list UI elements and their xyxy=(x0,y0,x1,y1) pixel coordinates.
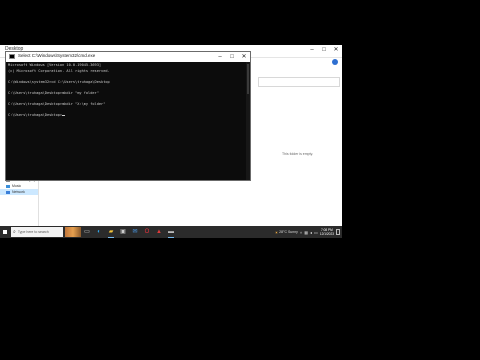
taskview-taskbar-button[interactable]: ▭ xyxy=(81,226,93,238)
weather-widget[interactable]: ☀ 28°C Sunny xyxy=(275,230,298,235)
sidebar-item[interactable]: Network xyxy=(0,189,38,195)
cmd-window-controls: – □ ✕ xyxy=(216,53,248,61)
pane-divider[interactable] xyxy=(38,178,39,228)
opera-taskbar-button[interactable]: O xyxy=(141,226,153,238)
mail-icon: ✉ xyxy=(132,229,138,235)
maximize-icon[interactable]: □ xyxy=(228,53,236,61)
search-placeholder: Type here to search xyxy=(17,230,49,234)
cmd-window-icon xyxy=(9,54,15,59)
windows-logo-icon xyxy=(2,229,8,235)
scroll-thumb[interactable] xyxy=(247,64,249,94)
sidebar-item-label: Network xyxy=(12,190,25,194)
sun-icon: ☀ xyxy=(274,229,279,235)
opera-icon: O xyxy=(144,229,150,235)
network-icon xyxy=(6,190,10,194)
notifications-icon[interactable] xyxy=(336,229,340,235)
explorer-search-input[interactable] xyxy=(258,77,340,87)
pinned-apps: ▭ ◐ ▰ ▣ ✉ O ▲ ▬ xyxy=(81,226,177,238)
command-prompt-window[interactable]: Select C:\Windows\System32\cmd.exe – □ ✕… xyxy=(5,51,251,181)
close-icon[interactable]: ✕ xyxy=(332,46,340,54)
sidebar-item-label: Music xyxy=(12,184,22,188)
mail-taskbar-button[interactable]: ✉ xyxy=(129,226,141,238)
clock[interactable]: 7:08 PM 12/1/2023 xyxy=(320,228,334,236)
edge-icon: ◐ xyxy=(97,229,101,235)
store-icon: ▣ xyxy=(120,229,126,235)
battery-icon[interactable]: ▭ xyxy=(314,230,318,235)
cmd-icon: ▬ xyxy=(168,229,174,235)
cmd-title: Select C:\Windows\System32\cmd.exe xyxy=(18,53,96,58)
file-explorer-taskbar-button[interactable]: ▰ xyxy=(105,226,117,238)
console-line: C:\Users\truhaga\Desktop> xyxy=(8,113,244,119)
empty-folder-message: This folder is empty. xyxy=(282,152,314,156)
taskbar: ⌕ Type here to search ▭ ◐ ▰ ▣ ✉ O ▲ ▬ ☀ 28°C Su… xyxy=(0,226,342,238)
help-icon[interactable] xyxy=(332,59,338,65)
cmd-titlebar[interactable]: Select C:\Windows\System32\cmd.exe – □ ✕ xyxy=(6,52,250,62)
start-button[interactable] xyxy=(0,226,10,238)
cmd-scrollbar[interactable] xyxy=(246,62,250,180)
search-highlight-image[interactable] xyxy=(65,227,81,237)
clock-date: 12/1/2023 xyxy=(319,232,334,236)
chevron-up-icon[interactable]: ˄ xyxy=(300,230,302,235)
minimize-icon[interactable]: – xyxy=(308,46,316,54)
volume-icon[interactable]: ◂ xyxy=(310,230,312,235)
minimize-icon[interactable]: – xyxy=(216,53,224,61)
explorer-window-controls: – □ ✕ xyxy=(308,46,340,54)
store-taskbar-button[interactable]: ▣ xyxy=(117,226,129,238)
console-output[interactable]: Microsoft Windows [Version 10.0.19045.36… xyxy=(8,63,244,179)
weather-label: 28°C Sunny xyxy=(279,230,298,234)
network-icon[interactable]: ▦ xyxy=(304,230,308,235)
taskbar-search-input[interactable]: ⌕ Type here to search xyxy=(11,227,63,237)
taskview-icon: ▭ xyxy=(84,229,90,235)
file-explorer-icon: ▰ xyxy=(108,229,114,235)
system-tray: ☀ 28°C Sunny ˄ ▦ ◂ ▭ 7:08 PM 12/1/2023 xyxy=(275,228,342,236)
text-cursor xyxy=(62,114,66,116)
music-icon xyxy=(6,184,10,188)
edge-taskbar-button[interactable]: ◐ xyxy=(93,226,105,238)
close-icon[interactable]: ✕ xyxy=(240,53,248,61)
acrobat-taskbar-button[interactable]: ▲ xyxy=(153,226,165,238)
cmd-taskbar-button[interactable]: ▬ xyxy=(165,226,177,238)
maximize-icon[interactable]: □ xyxy=(320,46,328,54)
acrobat-icon: ▲ xyxy=(156,229,162,235)
search-icon: ⌕ xyxy=(13,229,16,235)
